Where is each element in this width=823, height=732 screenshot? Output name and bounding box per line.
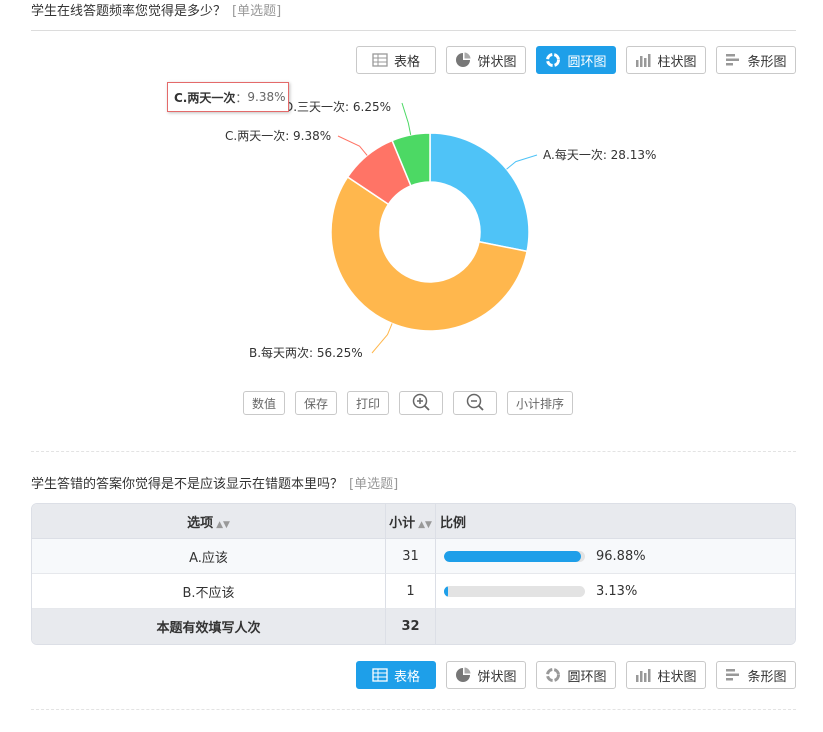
progress-fill [444, 585, 449, 597]
donut-slice[interactable] [429, 132, 530, 253]
question2-bar-view-button[interactable]: 柱状图 [626, 661, 706, 689]
bottom-divider [31, 709, 796, 710]
section-divider [31, 451, 796, 452]
show-values-button[interactable]: 数值 [243, 391, 285, 415]
tooltip-value: 9.38% [247, 90, 286, 104]
label-leader-line [337, 135, 368, 156]
question2-text: 学生答错的答案你觉得是不是应该显示在错题本里吗？ [31, 477, 344, 492]
chart-tooltip: C.两天一次： 9.38% [167, 82, 289, 112]
button-label: 表格 [393, 669, 420, 685]
header-label: 选项 [187, 515, 214, 531]
header-label: 比例 [440, 515, 467, 531]
question2-hbar-view-button[interactable]: 条形图 [716, 661, 796, 689]
count-cell: 1 [386, 574, 436, 609]
save-button[interactable]: 保存 [295, 391, 337, 415]
table-row: A.应该 31 96.88% [32, 539, 795, 574]
subtotal-sort-button[interactable]: 小计排序 [507, 391, 573, 415]
question1-chart-area: A.每天一次: 28.13% B.每天两次: 56.25% C.两天一次: 9.38… [0, 0, 823, 380]
percent-label: 96.88% [596, 548, 646, 564]
slice-label: B.每天两次: 56.25% [249, 345, 363, 360]
zoom-out-icon [465, 392, 485, 415]
header-label: 小计 [389, 515, 416, 531]
donut-chart: A.每天一次: 28.13% B.每天两次: 56.25% C.两天一次: 9.38… [225, 100, 656, 360]
hbar-chart-icon [725, 667, 741, 683]
button-label: 条形图 [747, 669, 787, 685]
question2-donut-view-button[interactable]: 圆环图 [536, 661, 616, 689]
progress-bar [444, 585, 585, 597]
progress-fill [444, 550, 581, 562]
count-column-header[interactable]: 小计 ▲▼ [386, 504, 436, 539]
option-cell: A.应该 [32, 539, 386, 574]
option-column-header[interactable]: 选项 ▲▼ [32, 504, 386, 539]
count-cell: 31 [386, 539, 436, 574]
zoom-out-button[interactable] [453, 391, 497, 415]
ratio-column-header: 比例 [436, 504, 795, 539]
total-count: 32 [386, 609, 436, 644]
sort-icon: ▲▼ [216, 519, 230, 530]
print-button[interactable]: 打印 [347, 391, 389, 415]
ratio-cell: 3.13% [436, 574, 795, 609]
slice-label: D.三天一次: 6.25% [284, 100, 391, 114]
question2-table-view-button[interactable]: 表格 [356, 661, 436, 689]
option-cell: B.不应该 [32, 574, 386, 609]
table-header-row: 选项 ▲▼ 小计 ▲▼ 比例 [32, 504, 795, 539]
table-icon [372, 667, 388, 683]
question2-view-switcher: 表格 饼状图 圆环图 柱状图 条形图 [356, 661, 796, 689]
button-label: 圆环图 [567, 669, 607, 685]
donut-icon [545, 667, 561, 683]
bar-chart-icon [635, 667, 651, 683]
tooltip-name: C.两天一次 [174, 90, 236, 105]
question2-title: 学生答错的答案你觉得是不是应该显示在错题本里吗？ [单选题] [31, 473, 398, 492]
label-leader-line [506, 154, 538, 170]
question2-pie-view-button[interactable]: 饼状图 [446, 661, 526, 689]
slice-label: A.每天一次: 28.13% [543, 147, 656, 162]
label-leader-line [401, 102, 412, 135]
zoom-in-button[interactable] [399, 391, 443, 415]
sort-icon: ▲▼ [418, 519, 432, 530]
pie-icon [455, 667, 471, 683]
percent-label: 3.13% [596, 583, 638, 599]
total-label: 本题有效填写人次 [32, 609, 386, 644]
question2-stats-table: 选项 ▲▼ 小计 ▲▼ 比例 A.应该 31 96.88% B.不应该 1 3.13… [31, 503, 796, 645]
progress-bar [444, 550, 585, 562]
label-leader-line [371, 323, 393, 354]
zoom-in-icon [411, 392, 431, 415]
button-label: 饼状图 [477, 669, 517, 685]
button-label: 柱状图 [657, 669, 697, 685]
table-row: B.不应该 1 3.13% [32, 574, 795, 609]
tooltip-sep: ： [235, 90, 248, 105]
ratio-cell: 96.88% [436, 539, 795, 574]
footer-empty-cell [436, 609, 795, 644]
table-footer-row: 本题有效填写人次 32 [32, 609, 795, 644]
slice-label: C.两天一次: 9.38% [225, 129, 331, 143]
question2-type: [单选题] [349, 477, 399, 492]
